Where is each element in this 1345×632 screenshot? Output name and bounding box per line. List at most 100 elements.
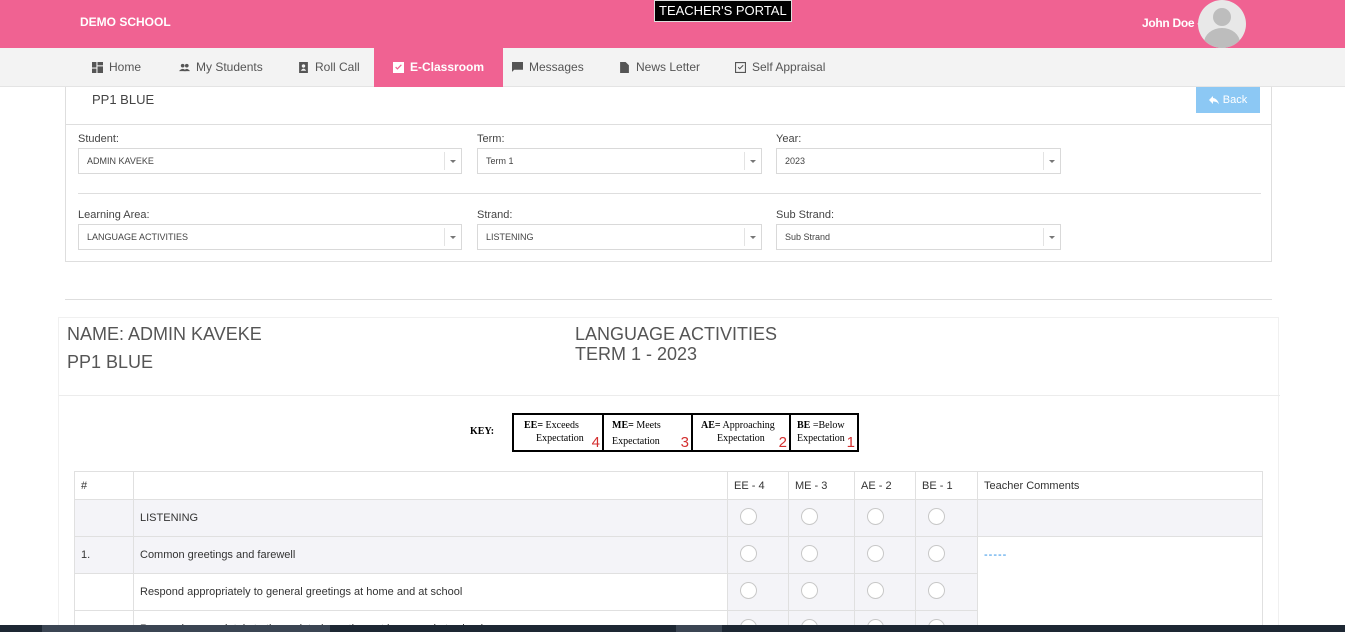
ee-radio[interactable] (740, 582, 757, 599)
row-text: Common greetings and farewell (133, 536, 728, 574)
people-icon (179, 63, 190, 72)
key-ae-number: 2 (778, 434, 787, 451)
avatar[interactable] (1198, 0, 1246, 48)
nav-home-label: Home (109, 60, 142, 74)
key-ae-text2: Expectation (717, 433, 765, 444)
year-select-value: 2023 (785, 156, 806, 166)
checkbox-icon (393, 62, 404, 73)
user-menu[interactable]: John Doe - (1142, 16, 1201, 30)
key-me-text: Meets (636, 420, 661, 431)
key-ee-number: 4 (591, 434, 600, 451)
be-radio[interactable] (928, 545, 945, 562)
section-divider (65, 299, 1272, 300)
column-header: EE - 4 (727, 471, 789, 500)
nav-news-letter[interactable]: News Letter (619, 48, 700, 87)
student-select[interactable]: ADMIN KAVEKE (78, 148, 462, 174)
learning-area-label: Learning Area: (78, 209, 150, 221)
chevron-down-icon (444, 228, 461, 246)
sub-strand-select[interactable]: Sub Strand (776, 224, 1061, 250)
checkbox-outline-icon (735, 62, 746, 73)
student-name: NAME: ADMIN KAVEKE (67, 324, 262, 344)
school-name: DEMO SCHOOL (80, 15, 171, 29)
key-me-abbr: ME= (612, 420, 634, 431)
column-header: AE - 2 (854, 471, 916, 500)
document-icon (620, 62, 629, 73)
nav-news-letter-label: News Letter (636, 60, 701, 74)
report-term: TERM 1 - 2023 (575, 344, 698, 364)
class-title: PP1 BLUE (92, 92, 155, 107)
key-be-number: 1 (846, 434, 855, 451)
reply-icon (1208, 96, 1219, 105)
nav-e-classroom[interactable]: E-Classroom (374, 48, 504, 87)
term-select-value: Term 1 (486, 156, 514, 166)
portal-title: TEACHER'S PORTAL (654, 0, 792, 22)
be-radio[interactable] (928, 508, 945, 525)
row-number (74, 499, 134, 537)
key-ee-text: Exceeds (545, 420, 579, 431)
nav-my-students[interactable]: My Students (179, 48, 263, 87)
key-ee-text2: Expectation (536, 433, 584, 444)
assessment-table: # EE - 4 ME - 3 AE - 2 BE - 1 Teacher Co… (74, 471, 1263, 632)
sub-strand-select-value: Sub Strand (785, 232, 831, 242)
me-radio[interactable] (801, 582, 818, 599)
back-button-label: Back (1222, 94, 1248, 106)
report-class: PP1 BLUE (67, 352, 154, 372)
nav-my-students-label: My Students (196, 60, 263, 74)
row-text: LISTENING (133, 499, 728, 537)
nav-messages-label: Messages (529, 60, 584, 74)
strand-label: Strand: (477, 209, 513, 221)
main-nav: Home My Students Roll Call E-Classroom M… (0, 48, 1345, 87)
ae-radio[interactable] (867, 545, 884, 562)
divider (66, 124, 1271, 125)
me-radio[interactable] (801, 545, 818, 562)
term-select[interactable]: Term 1 (477, 148, 762, 174)
key-ee-abbr: EE= (524, 420, 544, 431)
nav-messages[interactable]: Messages (512, 48, 584, 87)
nav-home[interactable]: Home (92, 48, 141, 87)
key-me-text2: Expectation (612, 436, 660, 447)
chevron-down-icon (744, 228, 761, 246)
year-label: Year: (776, 133, 802, 145)
contact-icon (299, 62, 308, 73)
strand-select[interactable]: LISTENING (477, 224, 762, 250)
divider (78, 193, 1261, 194)
key-ae-abbr: AE= (701, 420, 721, 431)
ae-radio[interactable] (867, 508, 884, 525)
nav-e-classroom-label: E-Classroom (410, 60, 485, 74)
grading-key: EE= Exceeds Expectation 4 ME= Meets Expe… (512, 413, 859, 452)
table-header-row: # EE - 4 ME - 3 AE - 2 BE - 1 Teacher Co… (74, 471, 1263, 500)
column-header: BE - 1 (915, 471, 978, 500)
filter-panel: PP1 BLUE Back Student: ADMIN KAVEKE Term… (65, 87, 1272, 262)
key-me: ME= Meets Expectation 3 (604, 415, 693, 450)
chevron-down-icon (744, 152, 761, 170)
column-header: Teacher Comments (977, 471, 1263, 500)
learning-area-select[interactable]: LANGUAGE ACTIVITIES (78, 224, 462, 250)
ee-radio[interactable] (740, 545, 757, 562)
column-header (133, 471, 728, 500)
key-be: BE =Below Expectation 1 (791, 415, 857, 450)
be-radio[interactable] (928, 582, 945, 599)
table-row: 1. Common greetings and farewell ----- (74, 536, 1263, 632)
key-be-text: =Below (812, 420, 845, 431)
back-button[interactable]: Back (1196, 87, 1260, 113)
key-be-abbr: BE (797, 420, 811, 431)
nav-roll-call[interactable]: Roll Call (298, 48, 360, 87)
teacher-comment-link[interactable]: ----- (984, 549, 1007, 561)
nav-self-appraisal-label: Self Appraisal (752, 60, 826, 74)
row-number: 1. (74, 536, 134, 574)
me-radio[interactable] (801, 508, 818, 525)
table-row: LISTENING (74, 499, 1263, 537)
term-label: Term: (477, 133, 505, 145)
row-text: Respond appropriately to general greetin… (133, 573, 728, 611)
key-me-number: 3 (680, 434, 689, 451)
ae-radio[interactable] (867, 582, 884, 599)
year-select[interactable]: 2023 (776, 148, 1061, 174)
teacher-comment (977, 499, 1263, 537)
report-header: NAME: ADMIN KAVEKE PP1 BLUE LANGUAGE ACT… (59, 318, 1280, 396)
dashboard-icon (92, 62, 103, 73)
message-icon (512, 62, 523, 72)
nav-self-appraisal[interactable]: Self Appraisal (735, 48, 825, 87)
student-label: Student: (78, 133, 119, 145)
ee-radio[interactable] (740, 508, 757, 525)
row-number (74, 573, 134, 611)
